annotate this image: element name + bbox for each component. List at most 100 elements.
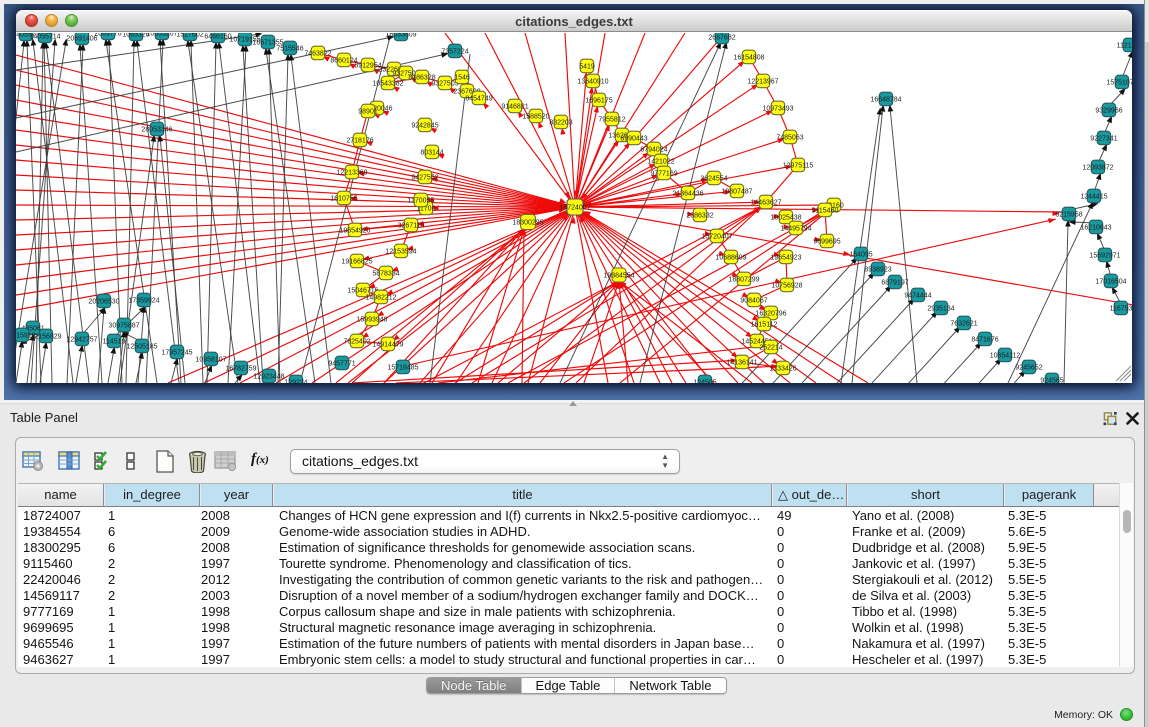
svg-text:10654112: 10654112 — [990, 352, 1021, 359]
svg-text:7955812: 7955812 — [598, 116, 625, 123]
svg-text:1170055: 1170055 — [408, 197, 435, 204]
svg-text:28053346: 28053346 — [141, 126, 172, 133]
svg-text:17957245: 17957245 — [161, 349, 192, 356]
svg-text:15720407: 15720407 — [701, 233, 732, 240]
svg-text:2687682: 2687682 — [708, 34, 735, 41]
svg-text:13640910: 13640910 — [577, 78, 608, 85]
svg-text:16782759: 16782759 — [225, 365, 256, 372]
svg-text:30975887: 30975887 — [108, 322, 139, 329]
svg-text:98901: 98901 — [358, 108, 378, 115]
svg-text:7463822: 7463822 — [304, 50, 331, 57]
svg-text:12942757: 12942757 — [66, 336, 97, 343]
svg-text:12505185: 12505185 — [126, 343, 157, 350]
svg-text:10958107: 10958107 — [195, 356, 226, 363]
svg-text:10653267: 10653267 — [146, 33, 177, 37]
svg-text:9474444: 9474444 — [904, 292, 931, 299]
svg-text:20206530: 20206530 — [88, 298, 119, 305]
svg-text:9777169: 9777169 — [650, 170, 677, 177]
svg-text:14495794: 14495794 — [780, 225, 811, 232]
svg-text:1421022: 1421022 — [647, 158, 674, 165]
svg-text:2718176: 2718176 — [346, 137, 373, 144]
svg-text:16320796: 16320796 — [755, 310, 786, 317]
svg-text:10688609: 10688609 — [715, 254, 746, 261]
svg-text:12093872: 12093872 — [1082, 164, 1113, 171]
svg-text:9084067: 9084067 — [740, 297, 767, 304]
svg-text:17016504: 17016504 — [1095, 278, 1126, 285]
svg-text:12213369: 12213369 — [336, 169, 367, 176]
svg-text:6466160: 6466160 — [204, 33, 231, 40]
svg-text:19654923: 19654923 — [770, 254, 801, 261]
svg-text:15692971: 15692971 — [1089, 252, 1120, 259]
svg-text:5419: 5419 — [579, 63, 595, 70]
svg-text:1244415: 1244415 — [1080, 193, 1107, 200]
svg-text:252214: 252214 — [759, 344, 782, 351]
svg-text:7485063: 7485063 — [776, 134, 803, 141]
svg-text:7515546: 7515546 — [276, 45, 303, 52]
svg-text:16648784: 16648784 — [870, 96, 901, 103]
svg-text:16210643: 16210643 — [1080, 224, 1111, 231]
svg-text:10973493: 10973493 — [762, 105, 793, 112]
svg-text:10543382: 10543382 — [372, 80, 403, 87]
svg-text:832203: 832203 — [549, 119, 572, 126]
svg-text:7625402: 7625402 — [343, 338, 370, 345]
svg-text:15751074: 15751074 — [1106, 79, 1132, 86]
svg-text:7632621: 7632621 — [950, 320, 977, 327]
svg-text:9227341: 9227341 — [1090, 135, 1117, 142]
svg-text:17359924: 17359924 — [128, 297, 159, 304]
svg-text:1615112: 1615112 — [751, 321, 778, 328]
svg-text:8215958: 8215958 — [1055, 211, 1082, 218]
svg-text:12923448: 12923448 — [253, 373, 284, 380]
svg-text:9427552: 9427552 — [411, 174, 438, 181]
svg-text:21364436: 21364436 — [672, 190, 703, 197]
svg-text:8454749: 8454749 — [465, 95, 492, 102]
svg-text:14463627: 14463627 — [750, 199, 781, 206]
svg-text:129234: 129234 — [284, 379, 307, 383]
svg-text:18724007: 18724007 — [559, 204, 590, 211]
svg-text:19384554: 19384554 — [603, 272, 634, 279]
svg-text:8471676: 8471676 — [971, 336, 998, 343]
svg-text:2386332: 2386332 — [686, 212, 713, 219]
svg-text:1696175: 1696175 — [585, 97, 612, 104]
svg-text:12153594: 12153594 — [385, 248, 416, 255]
svg-text:1121850: 1121850 — [1117, 42, 1132, 49]
svg-text:10025438: 10025438 — [770, 214, 801, 221]
svg-text:14982212: 14982212 — [365, 294, 396, 301]
svg-text:3624554: 3624554 — [700, 175, 727, 182]
svg-text:9329966: 9329966 — [1095, 107, 1122, 114]
svg-text:8990443: 8990443 — [620, 135, 647, 142]
svg-text:124505: 124505 — [693, 379, 716, 383]
svg-text:1546: 1546 — [454, 74, 470, 81]
svg-text:12975115: 12975115 — [783, 162, 814, 169]
svg-text:12213967: 12213967 — [747, 78, 778, 85]
svg-text:10807487: 10807487 — [721, 188, 752, 195]
svg-text:1588520: 1588520 — [522, 113, 549, 120]
svg-text:12156829: 12156829 — [30, 333, 61, 340]
svg-text:16154808: 16154808 — [733, 54, 764, 61]
svg-text:5878334: 5878334 — [372, 270, 399, 277]
svg-text:9115460: 9115460 — [812, 207, 839, 214]
svg-text:9146821: 9146821 — [501, 103, 528, 110]
svg-text:803144: 803144 — [420, 149, 443, 156]
svg-text:7357224: 7357224 — [441, 48, 468, 55]
svg-text:15718485: 15718485 — [387, 364, 418, 371]
svg-text:2069778: 2069778 — [94, 33, 121, 37]
svg-text:9245652: 9245652 — [1015, 364, 1042, 371]
svg-text:9699695: 9699695 — [813, 238, 840, 245]
svg-text:1527602: 1527602 — [176, 33, 203, 38]
svg-text:1733426: 1733426 — [769, 365, 796, 372]
svg-text:164095: 164095 — [849, 251, 872, 258]
svg-text:116753: 116753 — [1110, 305, 1132, 312]
svg-text:924565: 924565 — [1040, 377, 1063, 383]
svg-text:114519: 114519 — [103, 338, 126, 345]
svg-text:18300295: 18300295 — [512, 219, 543, 226]
svg-text:9242845: 9242845 — [411, 122, 438, 129]
svg-text:9457771: 9457771 — [328, 360, 355, 367]
svg-text:6794024: 6794024 — [640, 146, 667, 153]
svg-text:16033809: 16033809 — [385, 33, 416, 38]
svg-text:8938923: 8938923 — [864, 266, 891, 273]
svg-text:6879197: 6879197 — [881, 279, 908, 286]
svg-text:10756928: 10756928 — [771, 282, 802, 289]
svg-text:20691406: 20691406 — [66, 35, 97, 42]
svg-text:19654925: 19654925 — [339, 227, 370, 234]
svg-text:1610755: 1610755 — [330, 195, 357, 202]
